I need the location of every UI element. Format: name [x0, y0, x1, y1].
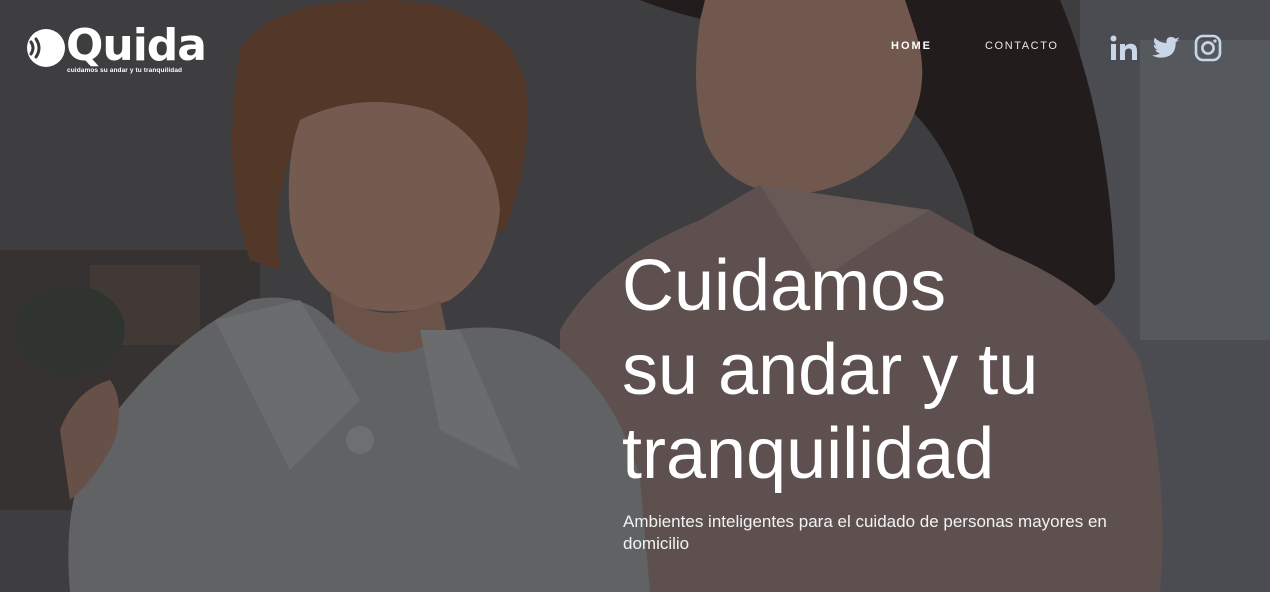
hero-section: Quida cuidamos su andar y tu tranquilida…: [0, 0, 1270, 592]
brand-name: Quida: [66, 20, 207, 71]
instagram-icon[interactable]: [1193, 33, 1223, 63]
nav-contacto[interactable]: CONTACTO: [985, 40, 1059, 56]
brand-logo[interactable]: Quida cuidamos su andar y tu tranquilida…: [22, 22, 207, 78]
headline-line: Cuidamos: [622, 246, 947, 326]
hero-subtitle: Ambientes inteligentes para el cuidado d…: [623, 512, 1107, 553]
nav-home[interactable]: HOME: [891, 40, 932, 56]
headline-line: tranquilidad: [622, 414, 995, 494]
headline-line: su andar y tu: [622, 330, 1039, 410]
hero-headline: Cuidamos su andar y tu tranquilidad: [622, 244, 1182, 496]
twitter-icon[interactable]: [1151, 33, 1181, 63]
brand-tagline: cuidamos su andar y tu tranquilidad: [67, 67, 183, 74]
linkedin-icon[interactable]: [1109, 33, 1139, 63]
logo-sound-icon: [27, 29, 65, 67]
